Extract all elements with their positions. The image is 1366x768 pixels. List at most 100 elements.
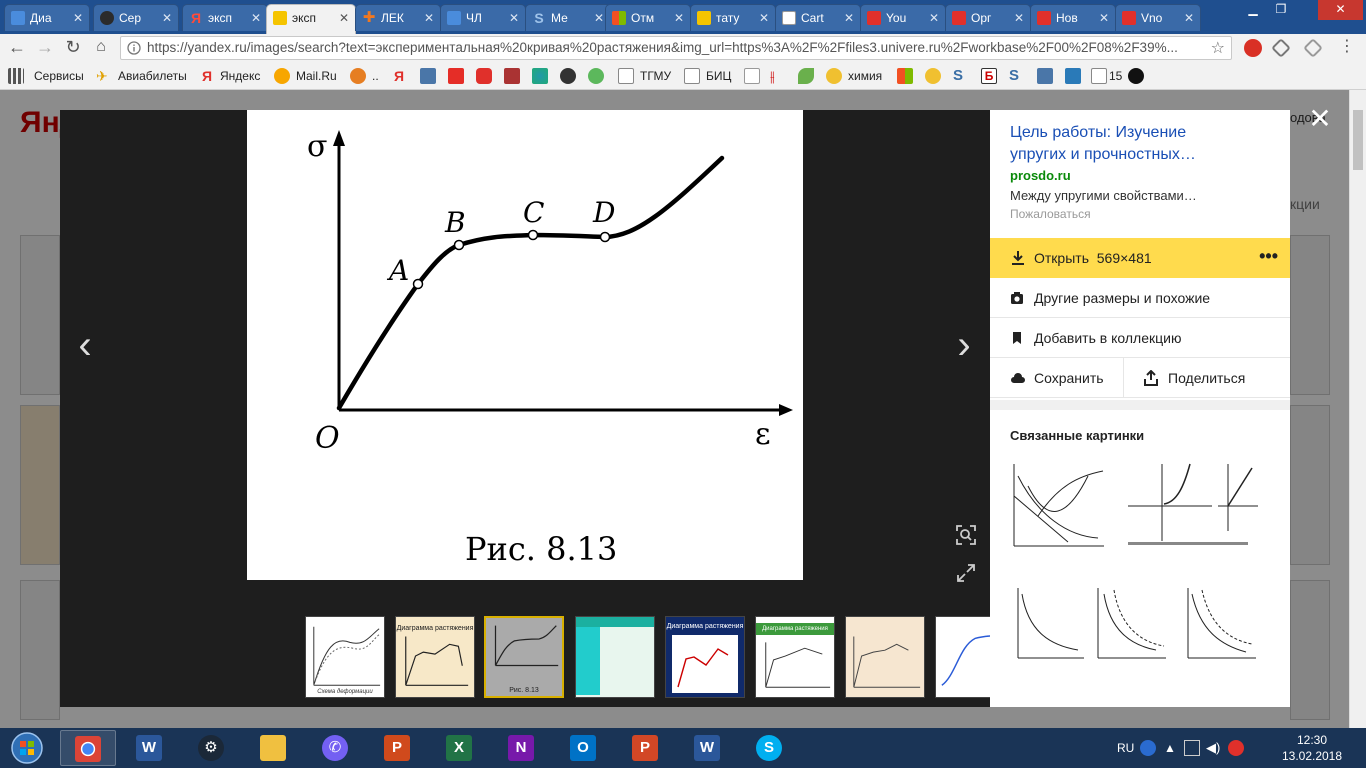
menu-icon[interactable]: ⋮ xyxy=(1336,37,1358,59)
more-options-button[interactable]: ••• xyxy=(1259,238,1278,274)
cloud-icon[interactable] xyxy=(925,68,941,84)
next-image-arrow[interactable]: › xyxy=(949,320,979,370)
bookmark-mailru[interactable]: Mail.Ru xyxy=(274,62,337,90)
thumbnail-2[interactable]: Диаграмма растяжения xyxy=(395,616,475,698)
open-button[interactable]: Открыть 569×481 ••• xyxy=(990,238,1290,278)
close-tab-icon[interactable]: ✕ xyxy=(759,5,769,31)
close-tab-icon[interactable]: ✕ xyxy=(251,5,261,31)
taskbar-powerpoint[interactable]: P xyxy=(618,730,674,766)
thumbnail-5[interactable]: Диаграмма растяжения xyxy=(665,616,745,698)
bookmark-yandex[interactable]: Я Яндекс xyxy=(202,62,260,90)
leaf-icon[interactable] xyxy=(798,68,814,84)
close-tab-icon[interactable]: ✕ xyxy=(1184,5,1194,31)
address-bar[interactable]: https://yandex.ru/images/search?text=экс… xyxy=(120,36,1232,60)
bookmark-chem[interactable]: химия xyxy=(826,62,882,90)
related-image-2[interactable] xyxy=(1122,456,1262,545)
close-tab-icon[interactable]: ✕ xyxy=(674,5,684,31)
thumbnail-4[interactable] xyxy=(575,616,655,698)
back-icon[interactable]: ← xyxy=(6,37,28,59)
sun-icon[interactable] xyxy=(350,68,366,84)
bookmark-tgmu[interactable]: ТГМУ xyxy=(618,62,671,90)
volume-icon[interactable]: ◀) xyxy=(1206,740,1222,756)
bookmark-star-icon[interactable]: ☆ xyxy=(1211,38,1225,58)
vk-icon[interactable] xyxy=(420,68,436,84)
tray-expand-icon[interactable]: ▲ xyxy=(1162,740,1178,756)
close-tab-icon[interactable]: ✕ xyxy=(929,5,939,31)
tab-11[interactable]: You ✕ xyxy=(860,4,946,31)
language-indicator[interactable]: RU xyxy=(1117,728,1134,768)
taskbar-skype[interactable]: S xyxy=(742,730,798,766)
bio-icon[interactable] xyxy=(588,68,604,84)
s-icon[interactable]: S xyxy=(953,68,969,84)
home-icon[interactable]: ⌂ xyxy=(90,37,112,59)
scroll-thumb[interactable] xyxy=(1353,110,1363,170)
tab-1[interactable]: Диа ✕ xyxy=(4,4,90,31)
add-collection-button[interactable]: Добавить в коллекцию xyxy=(990,318,1290,358)
thumbnail-7[interactable] xyxy=(845,616,925,698)
cart-icon[interactable] xyxy=(744,68,760,84)
dns-icon[interactable] xyxy=(560,68,576,84)
close-tab-icon[interactable]: ✕ xyxy=(162,5,172,31)
extension-diamond2-icon[interactable] xyxy=(1303,38,1323,58)
bookmark-15[interactable]: 15 xyxy=(1091,62,1122,90)
source-domain-link[interactable]: prosdo.ru xyxy=(1010,168,1071,183)
related-image-1[interactable] xyxy=(1008,456,1108,547)
share-button[interactable]: Поделиться xyxy=(1124,358,1290,398)
complain-link[interactable]: Пожаловаться xyxy=(1010,207,1091,221)
tab-2[interactable]: Сер ✕ xyxy=(93,4,179,31)
save-button[interactable]: Сохранить xyxy=(990,358,1124,398)
tab-8[interactable]: Отм ✕ xyxy=(605,4,691,31)
search-by-image-icon[interactable] xyxy=(955,524,977,546)
tab-9[interactable]: тату ✕ xyxy=(690,4,776,31)
taskbar-word-app[interactable]: W xyxy=(122,730,178,766)
tab-13[interactable]: Нов ✕ xyxy=(1030,4,1116,31)
close-tab-icon[interactable]: ✕ xyxy=(1099,5,1109,31)
tab-4-active[interactable]: эксп ✕ xyxy=(266,4,356,34)
bank-icon[interactable] xyxy=(504,68,520,84)
close-tab-icon[interactable]: ✕ xyxy=(73,5,83,31)
pocket-icon[interactable] xyxy=(476,68,492,84)
thumbnail-6[interactable]: Диаграмма растяжения стали xyxy=(755,616,835,698)
tab-12[interactable]: Орг ✕ xyxy=(945,4,1031,31)
yandex-small-icon[interactable]: Я xyxy=(394,68,410,84)
close-tab-icon[interactable]: ✕ xyxy=(594,5,604,31)
flower-icon[interactable] xyxy=(532,68,548,84)
vk-icon[interactable] xyxy=(1037,68,1053,84)
restore-icon[interactable]: ❐ xyxy=(1268,0,1294,20)
bookmark-bic[interactable]: БИЦ xyxy=(684,62,731,90)
extension-diamond-icon[interactable] xyxy=(1271,38,1291,58)
tab-14[interactable]: Vno ✕ xyxy=(1115,4,1201,31)
taskbar-outlook[interactable]: O xyxy=(556,730,612,766)
taskbar-excel[interactable]: X xyxy=(432,730,488,766)
help-icon[interactable] xyxy=(1140,740,1156,756)
close-tab-icon[interactable]: ✕ xyxy=(509,5,519,31)
related-image-3[interactable] xyxy=(1008,580,1088,665)
reload-icon[interactable]: ↻ xyxy=(62,37,84,59)
tray-app-icon[interactable] xyxy=(1228,740,1244,756)
forward-icon[interactable]: → xyxy=(34,37,56,59)
tab-5[interactable]: ✚ ЛЕК ✕ xyxy=(355,4,441,31)
network-icon[interactable] xyxy=(1184,740,1200,756)
prev-image-arrow[interactable]: ‹ xyxy=(70,320,100,370)
related-image-5[interactable] xyxy=(1180,580,1260,665)
tab-10[interactable]: Cart ✕ xyxy=(775,4,861,31)
start-button-icon[interactable] xyxy=(4,730,50,766)
fullscreen-icon[interactable] xyxy=(955,562,977,584)
page-scrollbar[interactable] xyxy=(1349,90,1366,728)
source-title-link[interactable]: Цель работы: Изучение упругих и прочност… xyxy=(1010,122,1240,166)
tab-3[interactable]: Я эксп ✕ xyxy=(182,4,268,31)
taskbar-steam[interactable]: ⚙ xyxy=(184,730,240,766)
taskbar-word[interactable]: W xyxy=(680,730,736,766)
taskbar-presentation[interactable]: P xyxy=(370,730,426,766)
minimize-icon[interactable]: ▁ xyxy=(1240,0,1266,20)
extension-icon[interactable] xyxy=(1244,39,1262,57)
windows-icon[interactable] xyxy=(897,68,913,84)
taskbar-chrome[interactable] xyxy=(60,730,116,766)
bookmark-services[interactable]: Сервисы xyxy=(8,62,84,90)
s-icon[interactable]: S xyxy=(1009,68,1025,84)
circle-icon[interactable] xyxy=(1128,68,1144,84)
taskbar-viber[interactable]: ✆ xyxy=(308,730,364,766)
thumbnail-1[interactable]: Схема деформации xyxy=(305,616,385,698)
chart-icon[interactable]: ⫲ xyxy=(770,68,786,84)
bookmark-avia[interactable]: ✈ Авиабилеты xyxy=(96,62,187,90)
